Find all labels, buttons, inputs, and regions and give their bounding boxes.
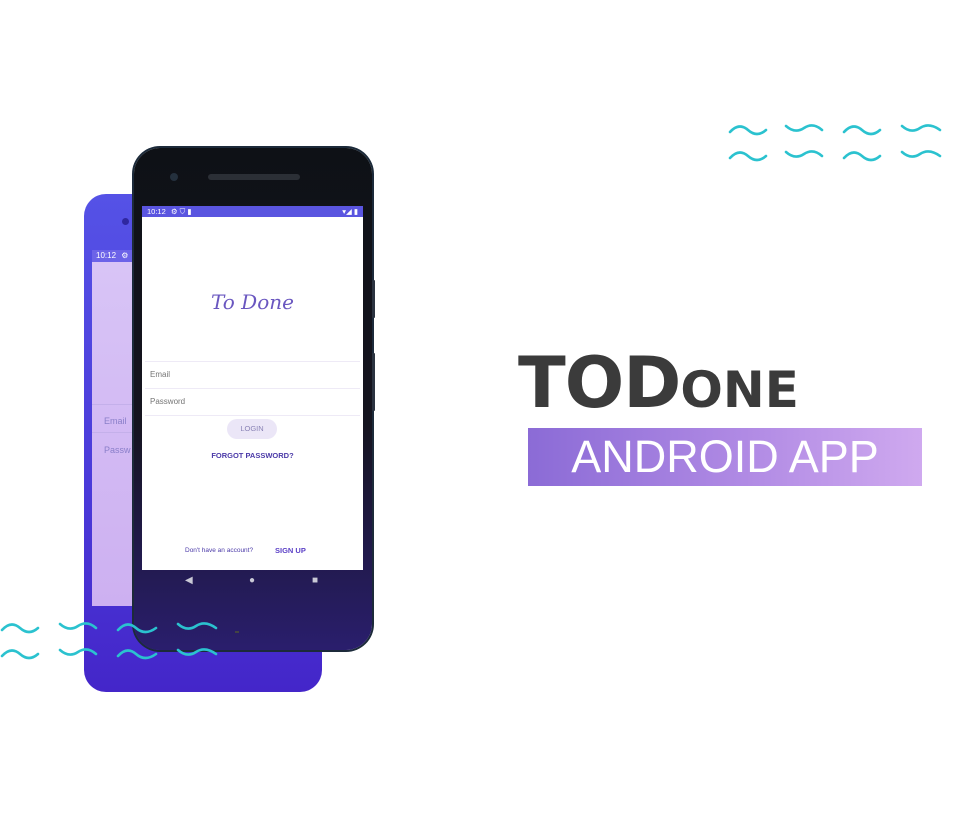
- front-phone: 10:12 ⚙ ⛉ ▮ ▾◢ ▮ To Done LOGIN FORGOT PA…: [134, 148, 375, 650]
- signup-link[interactable]: SIGN UP: [275, 546, 306, 555]
- email-field-row: [145, 361, 360, 389]
- gear-icon: ⚙: [121, 251, 129, 260]
- wave-icon: [728, 120, 946, 168]
- back-nav-icon[interactable]: ◀: [185, 575, 193, 587]
- email-field[interactable]: [150, 362, 350, 386]
- app-title: To Done: [211, 290, 294, 314]
- status-bar: 10:12 ⚙ ⛉ ▮ ▾◢ ▮: [142, 206, 363, 217]
- forgot-password-link[interactable]: FORGOT PASSWORD?: [142, 451, 363, 460]
- wave-icon: [0, 618, 222, 666]
- status-time: 10:12 ⚙ ⛉ ▮: [147, 207, 192, 216]
- nav-bar: ◀ ● ■: [142, 570, 363, 592]
- phone-screen: 10:12 ⚙ ⛉ ▮ ▾◢ ▮ To Done LOGIN FORGOT PA…: [142, 206, 363, 570]
- back-screen: [92, 262, 132, 606]
- no-account-text: Don't have an account?: [185, 547, 254, 554]
- brand-small: ONE: [680, 361, 799, 419]
- bottom-indicator: [235, 631, 239, 633]
- login-button[interactable]: LOGIN: [227, 419, 277, 439]
- speaker-icon: [208, 174, 300, 180]
- brand-big: TOD: [518, 342, 681, 424]
- password-field[interactable]: [150, 389, 350, 413]
- status-icons-left: ⚙ ⛉ ▮: [170, 207, 192, 216]
- camera-icon: [170, 173, 178, 181]
- back-status-time: 10:12: [96, 251, 117, 260]
- status-icons-right: ▾◢ ▮: [342, 207, 358, 216]
- camera-icon: [122, 218, 129, 225]
- home-nav-icon[interactable]: ●: [249, 575, 255, 587]
- back-field-divider: [92, 432, 132, 433]
- recents-nav-icon[interactable]: ■: [312, 575, 318, 587]
- back-email-label: Email: [104, 416, 127, 426]
- brand-logo-text: TODONE: [518, 342, 799, 424]
- android-app-banner: ANDROID APP: [528, 428, 922, 486]
- password-field-row: [145, 388, 360, 416]
- back-password-label: Passw: [104, 445, 131, 455]
- volume-button: [372, 353, 375, 411]
- power-button: [372, 280, 375, 318]
- back-field-divider: [92, 404, 132, 405]
